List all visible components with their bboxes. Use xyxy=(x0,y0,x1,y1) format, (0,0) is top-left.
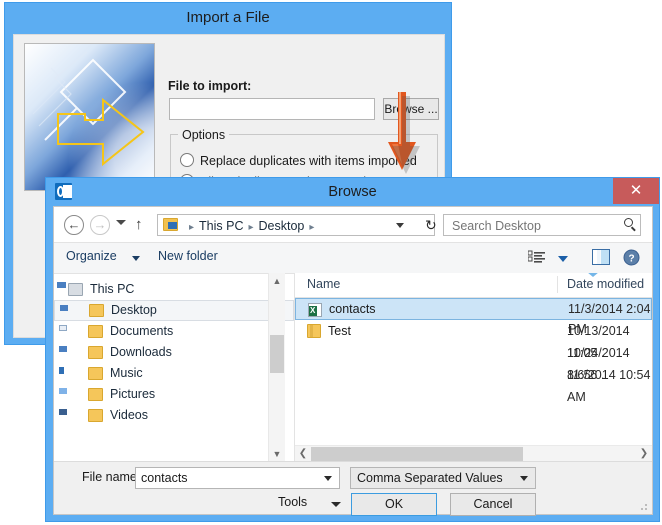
browse-title-bar: Browse ✕ xyxy=(46,178,659,206)
tree-item-videos[interactable]: Videos xyxy=(54,405,294,426)
file-name: Test xyxy=(328,324,351,338)
chevron-down-icon[interactable] xyxy=(324,476,332,481)
organize-button[interactable]: Organize xyxy=(66,249,117,263)
file-date-modified: 8/6/2014 10:54 AM xyxy=(567,368,651,404)
breadcrumb-separator: ▸ xyxy=(309,222,315,233)
column-divider[interactable] xyxy=(557,276,558,293)
scroll-up-icon[interactable]: ▲ xyxy=(269,273,285,289)
videos-folder-icon xyxy=(88,409,103,422)
options-legend: Options xyxy=(178,128,230,142)
tree-item-label: Downloads xyxy=(110,345,172,359)
scrollbar-thumb[interactable] xyxy=(270,335,284,373)
scroll-down-icon[interactable]: ▼ xyxy=(269,446,285,462)
chevron-down-icon[interactable] xyxy=(132,256,140,261)
help-icon[interactable]: ? xyxy=(623,249,640,271)
breadcrumb-item-desktop[interactable]: Desktop xyxy=(259,219,305,233)
svg-text:?: ? xyxy=(628,254,634,265)
breadcrumb-separator: ▸ xyxy=(189,222,195,233)
import-banner-graphic xyxy=(24,43,155,191)
file-list-horizontal-scrollbar[interactable]: ❮ ❯ xyxy=(295,445,652,462)
tree-item-label: Desktop xyxy=(111,303,157,317)
ok-button[interactable]: OK xyxy=(351,493,437,516)
table-row[interactable]: Test 10/13/2014 11:05 . xyxy=(295,320,652,360)
tree-item-documents[interactable]: Documents xyxy=(54,321,294,342)
documents-folder-icon xyxy=(88,325,103,338)
tree-item-music[interactable]: Music xyxy=(54,363,294,384)
desktop-folder-icon xyxy=(163,218,178,231)
column-header-date-modified[interactable]: Date modified xyxy=(567,277,644,291)
scroll-right-icon[interactable]: ❯ xyxy=(636,446,652,462)
this-pc-icon xyxy=(68,283,83,296)
command-bar: Organize New folder ? xyxy=(54,242,652,274)
resize-grip[interactable] xyxy=(638,501,648,511)
csv-icon: X xyxy=(308,303,322,317)
downloads-folder-icon xyxy=(88,346,103,359)
new-folder-button[interactable]: New folder xyxy=(158,249,218,263)
search-box[interactable] xyxy=(443,214,641,237)
table-row[interactable]: X contacts 11/3/2014 2:04 PM xyxy=(295,298,652,336)
tree-item-downloads[interactable]: Downloads xyxy=(54,342,294,363)
forward-icon[interactable]: → xyxy=(90,215,110,235)
scrollbar-thumb[interactable] xyxy=(311,447,523,461)
file-list-pane[interactable]: Name Date modified X contacts 11/3/2014 … xyxy=(295,273,652,462)
navigation-pane[interactable]: This PC Desktop Documents Downloads Musi… xyxy=(54,273,295,462)
file-to-import-input[interactable] xyxy=(169,98,375,120)
chevron-down-icon[interactable] xyxy=(331,502,341,507)
radio-replace-duplicates[interactable]: Replace duplicates with items imported xyxy=(180,153,417,168)
breadcrumb-separator: ▸ xyxy=(248,222,254,233)
view-options-icon[interactable] xyxy=(527,250,546,271)
breadcrumb-bar[interactable]: ▸ This PC ▸ Desktop ▸ xyxy=(157,214,435,236)
screenshot-root: Import a File File to import: Browse ...… xyxy=(0,0,662,525)
table-row[interactable]: 10/24/2014 11:56 . xyxy=(295,342,652,382)
pictures-folder-icon xyxy=(88,388,103,401)
import-window-title: Import a File xyxy=(186,9,270,26)
cancel-button[interactable]: Cancel xyxy=(450,493,536,516)
tree-item-label: Pictures xyxy=(110,387,156,401)
file-name-label: File name: xyxy=(82,470,141,484)
down-arrow-annotation-icon xyxy=(383,92,429,185)
tools-button[interactable]: Tools xyxy=(278,495,307,509)
folder-icon xyxy=(307,324,321,338)
column-header-row: Name Date modified xyxy=(295,273,652,298)
breadcrumb: ▸ This PC ▸ Desktop ▸ xyxy=(184,217,319,237)
breadcrumb-dropdown-icon[interactable] xyxy=(396,223,404,228)
close-icon[interactable]: ✕ xyxy=(613,178,659,204)
chevron-down-icon[interactable] xyxy=(558,256,568,262)
column-header-name[interactable]: Name xyxy=(307,277,340,291)
file-type-combobox[interactable]: Comma Separated Values xyxy=(350,467,536,489)
file-name: contacts xyxy=(329,302,376,316)
music-folder-icon xyxy=(88,367,103,380)
preview-pane-icon[interactable] xyxy=(592,249,610,271)
file-type-value: Comma Separated Values xyxy=(357,471,503,485)
tree-item-desktop[interactable]: Desktop xyxy=(54,300,294,321)
desktop-folder-icon xyxy=(89,304,104,317)
table-row[interactable]: 8/6/2014 10:54 AM xyxy=(295,364,652,404)
recent-locations-icon[interactable] xyxy=(116,220,126,225)
navigation-pane-scrollbar[interactable]: ▲ ▼ xyxy=(268,273,285,462)
back-icon[interactable]: ← xyxy=(64,215,84,235)
tree-item-label: Music xyxy=(110,366,143,380)
browse-window-body: ← → ↑ ▸ This PC ▸ Desktop ▸ ↻ Search Des… xyxy=(53,206,653,516)
chevron-down-icon[interactable] xyxy=(520,476,528,481)
tree-item-label: Videos xyxy=(110,408,148,422)
breadcrumb-item-this-pc[interactable]: This PC xyxy=(199,219,243,233)
search-input[interactable] xyxy=(450,215,614,237)
browse-bottom-bar: File name: contacts Comma Separated Valu… xyxy=(54,461,652,516)
address-bar: ← → ↑ ▸ This PC ▸ Desktop ▸ ↻ xyxy=(54,207,652,242)
scroll-left-icon[interactable]: ❮ xyxy=(295,446,311,462)
file-to-import-label: File to import: xyxy=(168,79,252,93)
up-icon[interactable]: ↑ xyxy=(135,216,143,234)
tree-item-this-pc[interactable]: This PC xyxy=(54,279,294,300)
refresh-icon[interactable]: ↻ xyxy=(425,216,437,234)
tree-item-label: This PC xyxy=(90,282,135,296)
browse-window-title: Browse xyxy=(328,184,377,200)
file-name-combobox[interactable]: contacts xyxy=(135,467,340,489)
tree-item-pictures[interactable]: Pictures xyxy=(54,384,294,405)
tree-item-label: Documents xyxy=(110,324,174,338)
search-icon xyxy=(624,218,633,227)
browse-window: Browse ✕ ← → ↑ ▸ This PC ▸ Desktop ▸ ↻ S… xyxy=(45,177,660,522)
radio-indicator xyxy=(180,153,194,167)
file-name-value: contacts xyxy=(141,471,188,485)
